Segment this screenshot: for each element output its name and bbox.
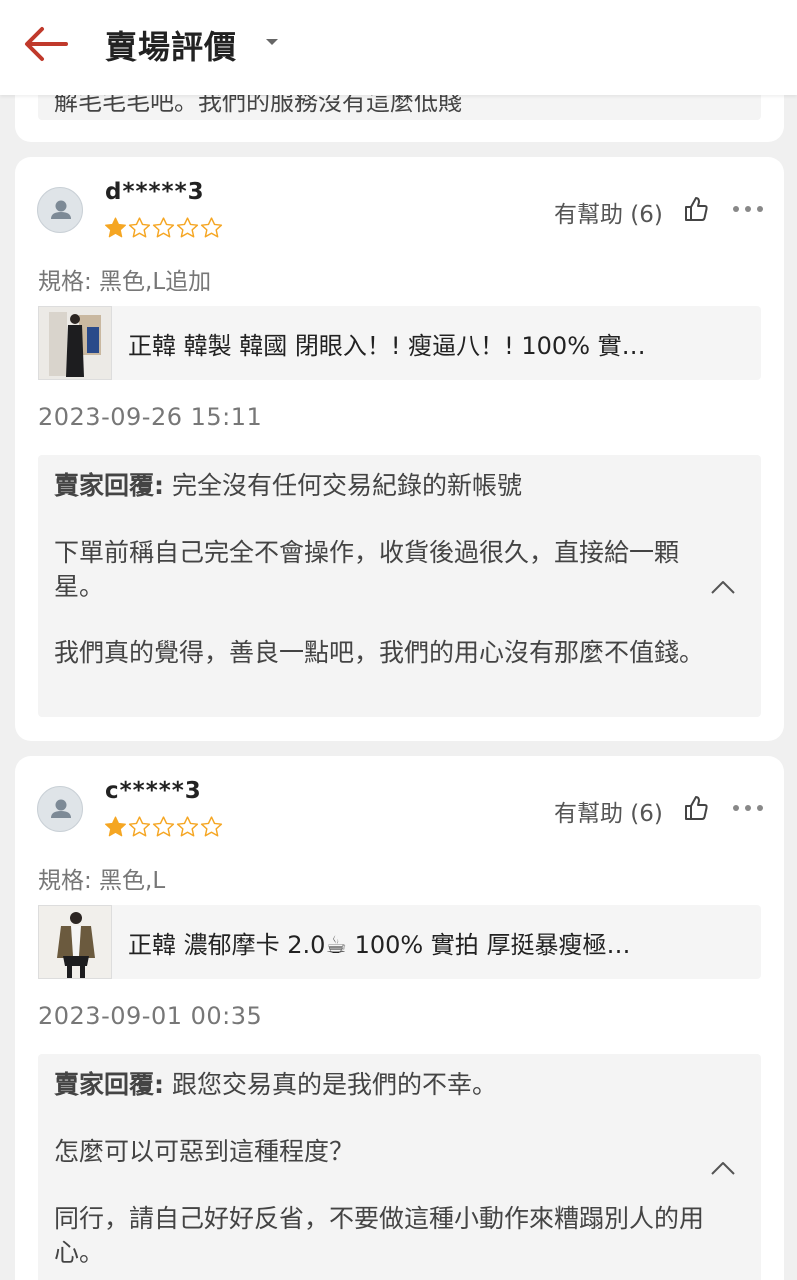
product-link[interactable]: 正韓 濃郁摩卡 2.0☕ 100% 實拍 厚挺暴瘦極…	[38, 905, 761, 979]
star-empty-icon	[200, 816, 223, 837]
avatar[interactable]	[37, 786, 83, 832]
star-empty-icon	[128, 217, 151, 238]
user-icon	[51, 799, 71, 818]
seller-reply-label: 賣家回覆:	[54, 471, 164, 500]
thumbs-up-icon[interactable]	[683, 195, 709, 223]
user-icon	[51, 200, 71, 219]
reviewer-name: d*****3	[105, 179, 205, 205]
seller-reply: 賣家回覆: 完全沒有任何交易紀錄的新帳號 下單前稱自己完全不會操作，收貨後過很久…	[38, 455, 761, 717]
avatar[interactable]	[37, 187, 83, 233]
seller-reply-text: 完全沒有任何交易紀錄的新帳號	[171, 471, 522, 500]
more-options-icon[interactable]	[731, 199, 765, 219]
product-spec: 規格: 黑色,L追加	[38, 269, 212, 295]
product-thumbnail	[38, 306, 112, 380]
star-empty-icon	[128, 816, 151, 837]
product-name: 正韓 濃郁摩卡 2.0☕ 100% 實拍 厚挺暴瘦極…	[128, 931, 631, 959]
star-filled-icon	[104, 217, 127, 238]
star-empty-icon	[152, 217, 175, 238]
seller-reply-label: 賣家回覆:	[54, 1070, 164, 1099]
star-filled-icon	[104, 816, 127, 837]
product-thumbnail	[38, 905, 112, 979]
product-link[interactable]: 正韓 韓製 韓國 閉眼入！! 瘦逼八！! 100% 實…	[38, 306, 761, 380]
seller-reply-text: 跟您交易真的是我們的不幸。	[171, 1070, 497, 1099]
star-empty-icon	[176, 217, 199, 238]
app-header: 賣場評價	[0, 0, 797, 95]
chevron-up-icon[interactable]	[708, 1158, 738, 1178]
star-empty-icon	[176, 816, 199, 837]
product-spec: 規格: 黑色,L	[38, 868, 166, 894]
helpful-button[interactable]: 有幫助 (6)	[554, 794, 663, 828]
chevron-up-icon[interactable]	[708, 577, 738, 597]
product-name: 正韓 韓製 韓國 閉眼入！! 瘦逼八！! 100% 實…	[128, 332, 646, 360]
product-photo	[39, 307, 111, 379]
reviewer-name: c*****3	[105, 778, 202, 804]
star-rating	[103, 215, 223, 243]
product-photo	[39, 906, 111, 978]
seller-reply-paragraph: 怎麼可以可惡到這種程度？	[54, 1137, 355, 1166]
more-options-icon[interactable]	[731, 798, 765, 818]
star-empty-icon	[152, 816, 175, 837]
thumbs-up-icon[interactable]	[683, 794, 709, 822]
caret-down-icon[interactable]	[263, 35, 281, 49]
seller-reply-first-line: 賣家回覆: 完全沒有任何交易紀錄的新帳號	[54, 469, 714, 503]
review-card: c*****3 有幫助 (6) 規格: 黑色,L 正韓 濃郁摩卡 2.0☕ 10…	[15, 756, 784, 1280]
star-empty-icon	[200, 217, 223, 238]
seller-reply-first-line: 賣家回覆: 跟您交易真的是我們的不幸。	[54, 1068, 714, 1102]
seller-reply-paragraph: 我們真的覺得，善良一點吧，我們的用心沒有那麼不值錢。	[54, 638, 705, 667]
review-card: d*****3 有幫助 (6) 規格: 黑色,L追加 正韓 韓製 韓國 閉眼入！…	[15, 157, 784, 741]
back-arrow-icon[interactable]	[22, 24, 70, 64]
seller-reply: 賣家回覆: 跟您交易真的是我們的不幸。 怎麼可以可惡到這種程度？ 同行，請自己好…	[38, 1054, 761, 1280]
seller-reply-paragraph: 下單前稱自己完全不會操作，收貨後過很久，直接給一顆星。	[54, 538, 680, 601]
page-title[interactable]: 賣場評價	[105, 22, 237, 68]
seller-reply-paragraph: 同行，請自己好好反省，不要做這種小動作來糟蹋別人的用心。	[54, 1204, 705, 1267]
review-date: 2023-09-26 15:11	[38, 403, 263, 431]
helpful-button[interactable]: 有幫助 (6)	[554, 195, 663, 229]
star-rating	[103, 814, 223, 842]
review-date: 2023-09-01 00:35	[38, 1002, 263, 1030]
